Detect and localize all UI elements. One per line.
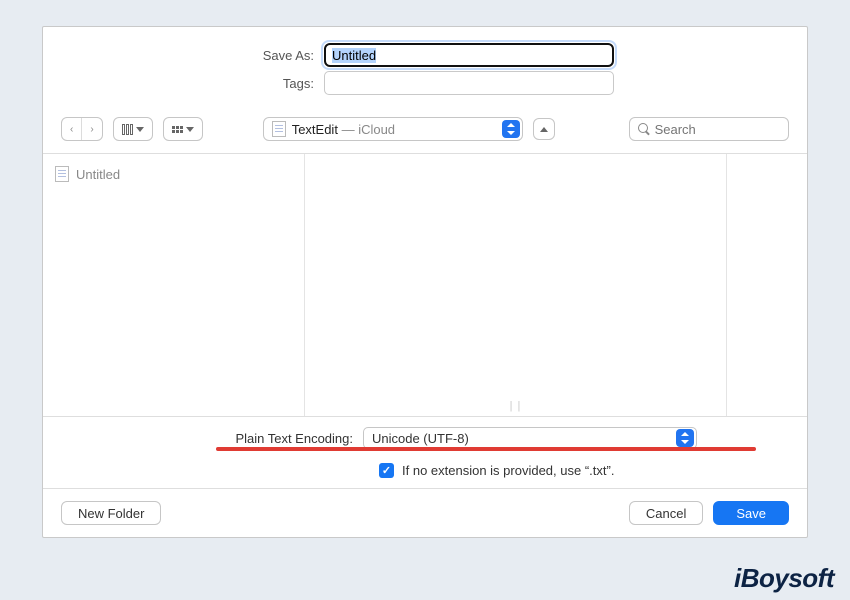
annotation-underline: [216, 447, 756, 451]
chevron-up-icon: [540, 127, 548, 132]
encoding-value: Unicode (UTF-8): [372, 431, 674, 446]
file-name: Untitled: [76, 167, 120, 182]
header: Save As: Tags:: [43, 27, 807, 107]
tags-label: Tags:: [43, 76, 324, 91]
location-popup[interactable]: TextEdit — iCloud: [263, 117, 523, 141]
grid-icon: [172, 126, 183, 133]
column-resize-handle[interactable]: | |: [510, 400, 522, 412]
search-icon: [638, 123, 649, 135]
search-input[interactable]: [655, 122, 780, 137]
collapse-button[interactable]: [533, 118, 555, 140]
new-folder-button[interactable]: New Folder: [61, 501, 161, 525]
save-dialog: Save As: Tags: ‹ ›: [42, 26, 808, 538]
group-by-popup[interactable]: [163, 117, 203, 141]
forward-button[interactable]: ›: [81, 118, 101, 140]
popup-stepper-icon: [676, 429, 694, 447]
location-place: iCloud: [358, 122, 395, 137]
save-as-label: Save As:: [43, 48, 324, 63]
list-item[interactable]: Untitled: [51, 164, 296, 184]
search-field[interactable]: [629, 117, 789, 141]
tags-input[interactable]: [324, 71, 614, 95]
toolbar: ‹ › TextEdit — iCloud: [43, 107, 807, 153]
encoding-label: Plain Text Encoding:: [43, 431, 363, 446]
back-button[interactable]: ‹: [62, 118, 81, 140]
browser-column-1[interactable]: Untitled: [43, 154, 305, 416]
nav-back-forward: ‹ ›: [61, 117, 103, 141]
location-app: TextEdit: [292, 122, 338, 137]
footer: New Folder Cancel Save: [43, 488, 807, 537]
options-area: Plain Text Encoding: Unicode (UTF-8) ✓ I…: [43, 416, 807, 488]
use-txt-extension-checkbox[interactable]: ✓: [379, 463, 394, 478]
popup-stepper-icon: [502, 120, 520, 138]
browser-column-3[interactable]: [727, 154, 807, 416]
document-icon: [55, 166, 69, 182]
save-button[interactable]: Save: [713, 501, 789, 525]
browser-column-2[interactable]: | |: [305, 154, 727, 416]
cancel-button[interactable]: Cancel: [629, 501, 703, 525]
save-as-input[interactable]: [324, 43, 614, 67]
encoding-popup[interactable]: Unicode (UTF-8): [363, 427, 697, 449]
view-mode-popup[interactable]: [113, 117, 153, 141]
columns-icon: [122, 124, 133, 135]
watermark: iBoysoft: [734, 563, 834, 594]
file-browser: Untitled | |: [43, 153, 807, 416]
use-txt-extension-label: If no extension is provided, use “.txt”.: [402, 463, 614, 478]
textedit-icon: [272, 121, 286, 137]
